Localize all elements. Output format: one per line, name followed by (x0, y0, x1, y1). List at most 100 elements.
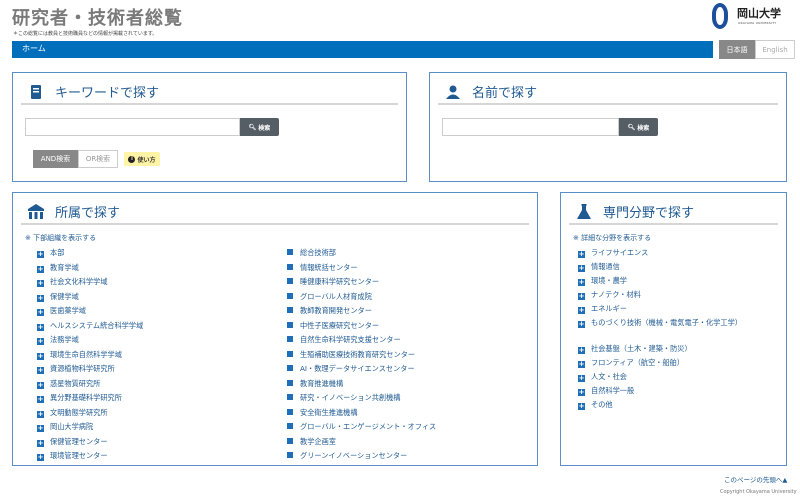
affiliation-item-label: 保健学域 (50, 291, 79, 301)
field-item-label: フロンティア（航空・船舶） (591, 358, 685, 367)
plus-icon[interactable]: + (578, 307, 585, 314)
field-item[interactable]: + ナノテク・材料 (578, 289, 768, 301)
plus-icon[interactable]: + (578, 265, 585, 272)
affiliation-item[interactable]: + 惑星物質研究所 (37, 378, 100, 390)
affiliation-item[interactable]: + 教育学域 (37, 262, 79, 274)
field-item[interactable]: + ものづくり技術（機械・電気電子・化学工学） (578, 317, 768, 329)
plus-icon[interactable]: + (578, 251, 585, 258)
plus-icon[interactable]: + (578, 403, 585, 410)
affiliation-item[interactable]: 研究・イノベーション共創機構 (287, 392, 400, 404)
affiliation-item-label: 社会文化科学学域 (50, 277, 108, 286)
plus-icon[interactable]: + (37, 396, 44, 403)
keyword-search-label: 検索 (258, 124, 271, 132)
site-note: ＊この総覧には教員と技術職員などの情報が掲載されています。 (13, 31, 158, 37)
affiliation-item[interactable]: グローバル人材育成院 (287, 291, 372, 303)
help-button[interactable]: i 使い方 (124, 152, 160, 166)
affiliation-item[interactable]: + 文明動態学研究所 (37, 407, 108, 419)
navbar: ホーム (12, 41, 713, 58)
keyword-search-button[interactable]: 🔍︎ 検索 (240, 118, 279, 136)
affiliation-item-label: 環境管理センター (50, 451, 108, 460)
name-search-input[interactable] (442, 118, 619, 136)
lang-ja-button[interactable]: 日本語 (719, 40, 755, 59)
field-item[interactable]: + 社会基盤（土木・建築・防災） (578, 343, 768, 355)
plus-icon[interactable]: + (37, 410, 44, 418)
page-top-link[interactable]: このページの先頭へ▲ (724, 474, 787, 484)
plus-icon[interactable]: + (37, 425, 44, 432)
affiliation-item[interactable]: + ヘルスシステム統合科学学域 (37, 320, 143, 332)
plus-icon[interactable]: + (578, 375, 585, 382)
field-item[interactable]: + その他 (578, 399, 768, 411)
affiliation-item[interactable]: 総合技術部 (287, 247, 336, 259)
plus-icon[interactable]: + (37, 309, 44, 316)
logo-mark-icon (712, 3, 728, 29)
keyword-search-input[interactable] (25, 118, 240, 136)
affiliation-item[interactable]: + 社会文化科学学域 (37, 276, 108, 288)
plus-icon[interactable]: + (37, 265, 44, 273)
field-item[interactable]: + ライフサイエンス (578, 247, 768, 259)
affiliation-item[interactable]: + 環境管理センター (37, 450, 108, 462)
field-item-label: ものづくり技術（機械・電気電子・化学工学） (591, 318, 742, 327)
university-logo[interactable]: 岡山大学 OKAYAMA UNIVERSITY (712, 3, 792, 31)
affiliation-item-label: 教育推進機構 (300, 378, 344, 388)
affiliation-item[interactable]: グローバル・エンゲージメント・オフィス (287, 421, 436, 433)
affiliation-item[interactable]: + 本部 (37, 247, 64, 259)
square-bullet-icon (287, 336, 293, 342)
affiliation-item[interactable]: 教学企画室 (287, 436, 336, 448)
affiliation-item[interactable]: 睡健康科学研究センター (287, 276, 379, 288)
square-bullet-icon (287, 307, 293, 313)
and-search-button[interactable]: AND検索 (33, 150, 78, 168)
plus-icon[interactable]: + (578, 347, 585, 354)
affiliation-item-label: 惑星物質研究所 (50, 378, 101, 388)
affiliation-item[interactable]: + 資源植物科学研究所 (37, 363, 115, 375)
affiliation-item[interactable]: 教師教育開発センター (287, 305, 372, 317)
plus-icon[interactable]: + (578, 361, 585, 368)
plus-icon[interactable]: + (578, 279, 585, 286)
plus-icon[interactable]: + (37, 381, 44, 389)
affiliation-item[interactable]: + 医歯薬学域 (37, 305, 86, 317)
affiliation-item[interactable]: + 岡山大学病院 (37, 421, 93, 433)
affiliation-item[interactable]: 生殖補助医療技術教育研究センター (287, 349, 415, 361)
or-search-button[interactable]: OR検索 (78, 150, 118, 168)
field-item[interactable]: + 自然科学一般 (578, 385, 768, 397)
field-item[interactable]: + フロンティア（航空・船舶） (578, 357, 768, 369)
affiliation-toggle[interactable]: ※ 下部組織を表示する (25, 233, 96, 243)
affiliation-item[interactable]: + 保健管理センター (37, 436, 108, 448)
affiliation-item[interactable]: 情報統括センター (287, 262, 358, 274)
square-bullet-icon (287, 452, 293, 458)
field-item[interactable]: + エネルギー (578, 303, 768, 315)
field-item-label: エネルギー (591, 304, 627, 313)
name-search-button[interactable]: 🔍︎ 検索 (619, 118, 658, 136)
field-item[interactable]: + 環境・農学 (578, 275, 768, 287)
affiliation-item-label: 睡健康科学研究センター (300, 277, 380, 286)
plus-icon[interactable]: + (37, 338, 44, 345)
plus-icon[interactable]: + (37, 439, 44, 447)
field-item-label: 自然科学一般 (591, 386, 635, 395)
plus-icon[interactable]: + (37, 454, 44, 461)
field-toggle[interactable]: ※ 詳細な分野を表示する (573, 233, 651, 243)
field-item[interactable]: + 情報通信 (578, 261, 768, 273)
affiliation-item[interactable]: + 保健学域 (37, 291, 79, 303)
plus-icon[interactable]: + (578, 293, 585, 300)
plus-icon[interactable]: + (37, 251, 44, 258)
plus-icon[interactable]: + (578, 321, 585, 328)
affiliation-item[interactable]: グリーンイノベーションセンター (287, 450, 407, 462)
plus-icon[interactable]: + (37, 294, 44, 302)
lang-en-button[interactable]: English (755, 40, 795, 59)
plus-icon[interactable]: + (37, 323, 44, 331)
affiliation-item[interactable]: 教育推進機構 (287, 378, 343, 390)
affiliation-item[interactable]: AI・数理データサイエンスセンター (287, 363, 415, 375)
affiliation-item[interactable]: 中性子医療研究センター (287, 320, 379, 332)
field-item[interactable]: + 人文・社会 (578, 371, 768, 383)
plus-icon[interactable]: + (578, 389, 585, 396)
affiliation-item[interactable]: 自然生命科学研究支援センター (287, 334, 401, 346)
affiliation-item[interactable]: + 法務学域 (37, 334, 79, 346)
affiliation-item[interactable]: + 異分野基礎科学研究所 (37, 392, 122, 404)
plus-icon[interactable]: + (37, 280, 44, 287)
affiliation-item[interactable]: + 環境生命自然科学学域 (37, 349, 122, 361)
nav-home-link[interactable]: ホーム (22, 43, 46, 54)
affiliation-item[interactable]: 安全衛生推進機構 (287, 407, 358, 419)
plus-icon[interactable]: + (37, 367, 44, 374)
affiliation-item-label: 情報統括センター (300, 262, 358, 272)
search-icon: 🔍︎ (627, 123, 636, 131)
plus-icon[interactable]: + (37, 352, 44, 360)
